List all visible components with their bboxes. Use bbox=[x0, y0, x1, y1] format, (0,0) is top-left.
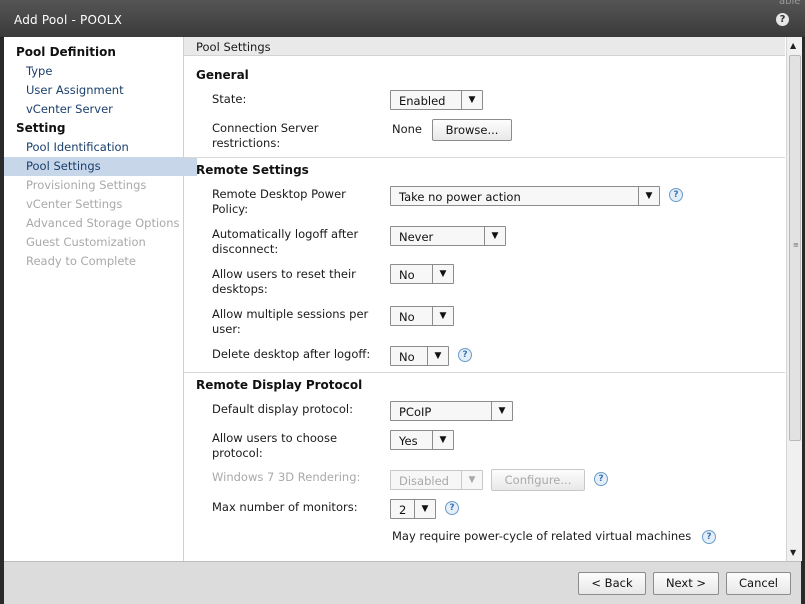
back-button[interactable]: < Back bbox=[578, 572, 646, 595]
auto-logoff-select[interactable]: Never ▼ bbox=[390, 226, 506, 246]
help-icon[interactable]: ? bbox=[776, 13, 789, 26]
state-value: Enabled bbox=[399, 94, 446, 108]
default-protocol-value: PCoIP bbox=[399, 405, 432, 419]
sidebar-item-advanced-storage-options: Advanced Storage Options bbox=[26, 216, 180, 230]
window-title: Add Pool - POOLX bbox=[14, 13, 123, 27]
sidebar-item-user-assignment[interactable]: User Assignment bbox=[26, 83, 124, 97]
choose-protocol-select[interactable]: Yes ▼ bbox=[390, 430, 454, 450]
panel-scrollbar[interactable]: ▲ ≡ ▼ bbox=[786, 37, 802, 561]
power-policy-value: Take no power action bbox=[399, 190, 521, 204]
wizard-steps-sidebar: Pool Definition Type User Assignment vCe… bbox=[4, 37, 197, 561]
chevron-down-icon: ▼ bbox=[432, 431, 453, 449]
dialog-footer: < Back Next > Cancel bbox=[4, 561, 801, 604]
rendering-help-icon[interactable]: ? bbox=[594, 472, 608, 486]
multiple-sessions-select[interactable]: No ▼ bbox=[390, 306, 454, 326]
chevron-down-icon: ▼ bbox=[638, 187, 659, 205]
default-protocol-select[interactable]: PCoIP ▼ bbox=[390, 401, 513, 421]
monitors-note-help-icon[interactable]: ? bbox=[702, 530, 716, 544]
auto-logoff-value: Never bbox=[399, 230, 434, 244]
scroll-up-icon[interactable]: ▲ bbox=[790, 41, 796, 50]
window-titlebar: Add Pool - POOLX able ? bbox=[0, 0, 805, 38]
sidebar-item-guest-customization: Guest Customization bbox=[26, 235, 146, 249]
monitors-note: May require power-cycle of related virtu… bbox=[392, 529, 692, 543]
power-policy-label: Remote Desktop Power Policy: bbox=[212, 187, 346, 216]
scroll-thumb[interactable]: ≡ bbox=[789, 55, 801, 441]
delete-desktop-value: No bbox=[399, 350, 415, 364]
max-monitors-value: 2 bbox=[399, 503, 407, 517]
chevron-down-icon: ▼ bbox=[432, 265, 453, 283]
chevron-down-icon: ▼ bbox=[432, 307, 453, 325]
grip-icon: ≡ bbox=[793, 241, 799, 249]
max-monitors-select[interactable]: 2 ▼ bbox=[390, 499, 436, 519]
sidebar-item-vcenter-server[interactable]: vCenter Server bbox=[26, 102, 113, 116]
choose-protocol-label: Allow users to choose protocol: bbox=[212, 431, 338, 460]
browse-button[interactable]: Browse... bbox=[432, 119, 512, 141]
reset-desktops-label: Allow users to reset their desktops: bbox=[212, 267, 356, 296]
section-remote-settings-title: Remote Settings bbox=[196, 163, 309, 177]
reset-desktops-value: No bbox=[399, 268, 415, 282]
multiple-sessions-label: Allow multiple sessions per user: bbox=[212, 307, 369, 336]
win7-rendering-label: Windows 7 3D Rendering: bbox=[212, 470, 361, 484]
state-select[interactable]: Enabled ▼ bbox=[390, 90, 483, 110]
chevron-down-icon: ▼ bbox=[414, 500, 435, 518]
dialog-content: Pool Definition Type User Assignment vCe… bbox=[4, 37, 802, 561]
cancel-button[interactable]: Cancel bbox=[726, 572, 791, 595]
section-display-protocol-title: Remote Display Protocol bbox=[196, 378, 363, 392]
power-policy-select[interactable]: Take no power action ▼ bbox=[390, 186, 660, 206]
connection-server-value: None bbox=[392, 122, 423, 136]
connection-server-label: Connection Server restrictions: bbox=[212, 121, 319, 150]
win7-rendering-value: Disabled bbox=[399, 474, 449, 488]
configure-button: Configure... bbox=[491, 469, 585, 491]
next-button[interactable]: Next > bbox=[653, 572, 719, 595]
sidebar-item-type[interactable]: Type bbox=[26, 64, 52, 78]
chevron-down-icon: ▼ bbox=[427, 347, 448, 365]
auto-logoff-label: Automatically logoff after disconnect: bbox=[212, 227, 359, 256]
chevron-down-icon: ▼ bbox=[491, 402, 512, 420]
default-protocol-label: Default display protocol: bbox=[212, 402, 353, 416]
multiple-sessions-value: No bbox=[399, 310, 415, 324]
sidebar-heading-pool-definition: Pool Definition bbox=[16, 45, 116, 59]
panel-header: Pool Settings bbox=[184, 37, 785, 56]
monitors-help-icon[interactable]: ? bbox=[445, 501, 459, 515]
delete-desktop-select[interactable]: No ▼ bbox=[390, 346, 449, 366]
pool-settings-panel: Pool Settings General State: Enabled ▼ C… bbox=[184, 37, 785, 561]
reset-desktops-select[interactable]: No ▼ bbox=[390, 264, 454, 284]
divider bbox=[184, 157, 785, 158]
max-monitors-label: Max number of monitors: bbox=[212, 500, 358, 514]
section-general-title: General bbox=[196, 68, 249, 82]
sidebar-item-pool-settings[interactable]: Pool Settings bbox=[4, 157, 197, 176]
chevron-down-icon: ▼ bbox=[461, 471, 482, 489]
chevron-down-icon: ▼ bbox=[461, 91, 482, 109]
divider bbox=[184, 372, 785, 373]
power-policy-help-icon[interactable]: ? bbox=[669, 188, 683, 202]
sidebar-item-pool-identification[interactable]: Pool Identification bbox=[26, 140, 129, 154]
state-label: State: bbox=[212, 92, 247, 106]
win7-rendering-select: Disabled ▼ bbox=[390, 470, 483, 490]
sidebar-heading-setting: Setting bbox=[16, 121, 66, 135]
background-text: able bbox=[779, 0, 801, 7]
sidebar-item-vcenter-settings: vCenter Settings bbox=[26, 197, 123, 211]
sidebar-item-provisioning-settings: Provisioning Settings bbox=[26, 178, 147, 192]
delete-desktop-help-icon[interactable]: ? bbox=[458, 348, 472, 362]
sidebar-item-ready-to-complete: Ready to Complete bbox=[26, 254, 136, 268]
scroll-down-icon[interactable]: ▼ bbox=[790, 548, 796, 557]
chevron-down-icon: ▼ bbox=[484, 227, 505, 245]
delete-desktop-label: Delete desktop after logoff: bbox=[212, 347, 371, 361]
choose-protocol-value: Yes bbox=[399, 434, 418, 448]
